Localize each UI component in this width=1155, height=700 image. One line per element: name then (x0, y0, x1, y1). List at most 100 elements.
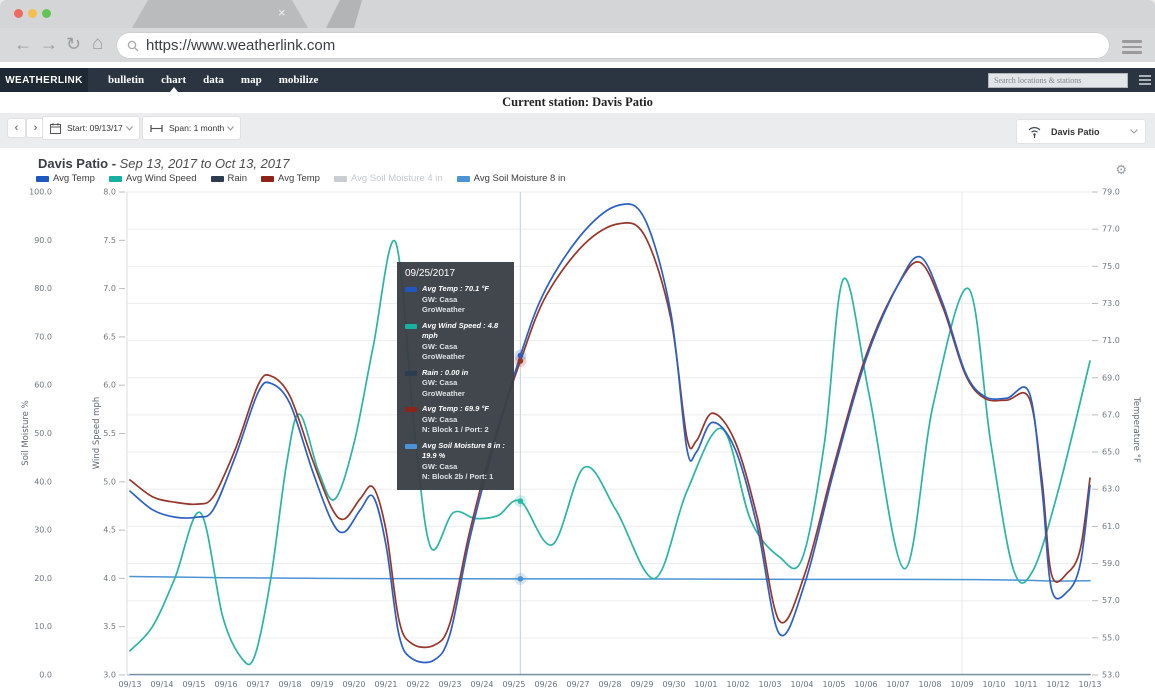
x-axis-label: 10/07 (886, 680, 909, 689)
next-period-button[interactable]: › (27, 119, 44, 137)
wind-tick-label: 7.5 (103, 236, 116, 245)
nav-item-map[interactable]: map (239, 68, 264, 92)
x-axis-label: 10/04 (790, 680, 813, 689)
current-station-bar: Current station: Davis Patio (0, 92, 1155, 113)
x-axis-label: 10/02 (726, 680, 749, 689)
span-range-icon (150, 124, 163, 133)
x-axis-label: 10/08 (918, 680, 941, 689)
chart-plot[interactable]: 100.0 90.0 80.0 70.0 60.0 50.0 40.0 30.0 20.0 10.… (8, 148, 1147, 694)
wind-tick-label: 3.5 (103, 622, 116, 631)
x-axis-label: 09/16 (214, 680, 237, 689)
chart-tooltip: 09/25/2017 Avg Temp : 70.1 °F GW: Casa Gro… (397, 262, 514, 490)
wind-tick-label: 5.0 (103, 477, 116, 486)
tooltip-entry: Avg Temp : 69.9 °F GW: Casa N: Block 1 / P… (405, 404, 506, 436)
x-axis-label: 10/03 (758, 680, 781, 689)
soil-tick-label: 40.0 (34, 477, 52, 486)
tooltip-swatch (405, 407, 417, 412)
x-axis-label: 10/12 (1046, 680, 1069, 689)
station-select[interactable]: Davis Patio (1017, 120, 1145, 143)
x-axis-label: 09/20 (342, 680, 365, 689)
x-axis-label: 10/11 (1014, 680, 1037, 689)
wind-tick-label: 5.5 (103, 429, 116, 438)
x-axis-label: 09/27 (566, 680, 589, 689)
maximize-window-button[interactable] (42, 9, 51, 18)
nav-item-chart[interactable]: chart (159, 68, 188, 92)
wifi-station-icon (1027, 125, 1042, 138)
close-window-button[interactable] (14, 9, 23, 18)
chevron-down-icon (1130, 129, 1138, 134)
start-date-select[interactable]: Start: 09/13/17 (43, 117, 139, 139)
soil-tick-label: 20.0 (34, 574, 52, 583)
x-axis-label: 10/05 (822, 680, 845, 689)
data-point-marker[interactable] (517, 576, 524, 582)
x-axis-label: 09/22 (406, 680, 429, 689)
temp-tick-label: 65.0 (1102, 448, 1120, 457)
temp-axis-title: Temperature °F (1131, 396, 1141, 463)
soil-tick-label: 10.0 (34, 622, 52, 631)
x-axis-label: 10/10 (982, 680, 1005, 689)
x-axis-label: 10/01 (694, 680, 717, 689)
browser-tab-strip: × (0, 0, 1155, 28)
forward-icon[interactable]: → (40, 34, 58, 54)
chevron-down-icon (126, 125, 133, 131)
url-text[interactable]: https://www.weatherlink.com (146, 37, 335, 54)
soil-tick-label: 80.0 (34, 284, 52, 293)
tooltip-entry: Avg Soil Moisture 8 in : 19.9 % GW: Casa N… (405, 441, 506, 483)
soil-tick-label: 0.0 (39, 671, 52, 680)
weatherlink-logo[interactable]: WEATHERLINK (0, 68, 88, 92)
x-axis-label: 09/29 (630, 680, 653, 689)
tab-close-icon[interactable]: × (278, 5, 286, 21)
x-axis-label: 10/09 (950, 680, 973, 689)
tooltip-swatch (405, 323, 417, 329)
soil-tick-label: 50.0 (34, 429, 52, 438)
tooltip-entry: Avg Wind Speed : 4.8 mph GW: Casa GroWeath… (405, 321, 506, 363)
home-icon[interactable]: ⌂ (92, 34, 103, 54)
x-axis-label: 09/17 (246, 680, 269, 689)
x-axis-label: 09/15 (182, 680, 205, 689)
x-axis-label: 10/13 (1078, 680, 1101, 689)
chart-card: Davis Patio - Sep 13, 2017 to Oct 13, 20… (8, 148, 1147, 694)
temp-tick-label: 63.0 (1102, 485, 1120, 494)
minimize-window-button[interactable] (28, 9, 37, 18)
wind-tick-label: 6.0 (103, 381, 116, 390)
x-axis-label: 09/18 (278, 680, 301, 689)
data-point-marker[interactable] (517, 358, 524, 364)
series-line-0 (129, 203, 1091, 664)
temp-tick-label: 55.0 (1102, 633, 1120, 642)
reload-icon[interactable]: ↻ (66, 34, 81, 54)
tooltip-lines: Avg Soil Moisture 8 in : 19.9 % GW: Casa N… (422, 440, 505, 482)
tooltip-lines: Avg Temp : 69.9 °F GW: Casa N: Block 1 / P… (422, 404, 489, 434)
nav-item-data[interactable]: data (201, 68, 226, 92)
nav-item-bulletin[interactable]: bulletin (106, 68, 146, 92)
new-tab-button[interactable] (326, 0, 362, 28)
browser-window: × ← → ↻ ⌂ https://www.weatherlink.com WE… (0, 0, 1155, 700)
menu-icon[interactable] (1122, 40, 1142, 57)
temp-tick-label: 53.0 (1102, 671, 1120, 680)
x-axis-label: 09/26 (534, 680, 557, 689)
wind-axis-title: Wind Speed mph (92, 397, 102, 469)
temp-tick-label: 59.0 (1102, 559, 1120, 568)
temp-tick-label: 57.0 (1102, 596, 1120, 605)
prev-period-button[interactable]: ‹ (8, 119, 25, 137)
series-line-4 (129, 575, 1091, 582)
station-select-label: Davis Patio (1051, 126, 1100, 137)
station-search-input[interactable] (988, 73, 1128, 88)
temp-tick-label: 61.0 (1102, 522, 1120, 531)
tooltip-lines: Avg Temp : 70.1 °F GW: Casa GroWeather (422, 284, 489, 314)
current-station-label: Current station: Davis Patio (502, 95, 653, 109)
back-icon[interactable]: ← (14, 34, 32, 54)
span-select[interactable]: Span: 1 month (143, 117, 240, 139)
soil-tick-label: 90.0 (34, 236, 52, 245)
wind-tick-label: 7.0 (103, 284, 116, 293)
data-point-marker[interactable] (517, 498, 524, 504)
x-axis-label: 09/14 (150, 680, 173, 689)
browser-tab[interactable] (118, 0, 322, 28)
nav-item-mobilize[interactable]: mobilize (277, 68, 321, 92)
list-icon[interactable] (1139, 75, 1151, 87)
soil-axis-title: Soil Moisture % (21, 400, 31, 465)
tooltip-swatch (405, 370, 417, 376)
x-axis-label: 09/19 (310, 680, 333, 689)
wind-tick-label: 4.0 (103, 574, 116, 583)
soil-tick-label: 60.0 (34, 381, 52, 390)
temp-tick-label: 73.0 (1102, 299, 1120, 308)
